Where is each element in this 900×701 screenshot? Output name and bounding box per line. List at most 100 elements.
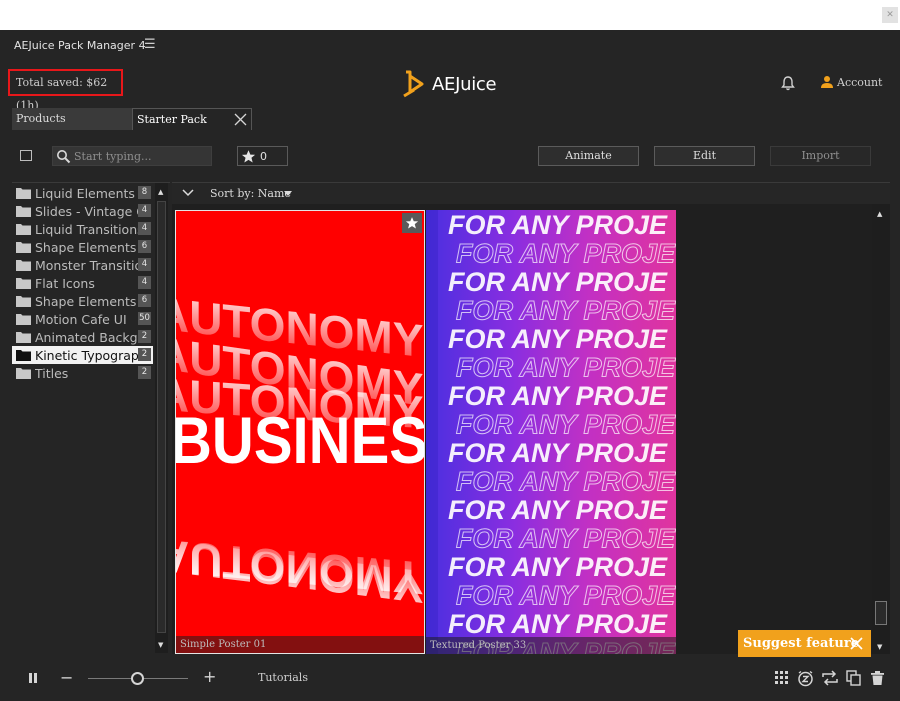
sidebar-item-count: 8 (138, 186, 151, 199)
trash-icon[interactable] (870, 670, 885, 686)
poster-line: FOR ANY PROJE (448, 324, 668, 354)
card-2-preview: FOR ANY PROJEFOR ANY PROJEFOR ANY PROJEF… (426, 210, 676, 654)
animate-button[interactable]: Animate (538, 146, 639, 166)
scroll-down-icon[interactable]: ▼ (158, 641, 163, 649)
tab-bar: Products Starter Pack (12, 108, 252, 130)
sidebar-item-count: 2 (138, 330, 151, 343)
edit-button[interactable]: Edit (654, 146, 755, 166)
category-sidebar: Liquid Elements 8 Slides - Vintage C 4 Liqui… (12, 182, 170, 654)
poster-line: FOR ANY PROJE (456, 296, 676, 326)
poster-line: FOR ANY PROJE (448, 267, 668, 297)
favorite-badge[interactable] (402, 213, 422, 233)
poster-line: FOR ANY PROJE (456, 581, 676, 611)
sidebar-item-label: Animated Backgr (35, 329, 138, 345)
poster-line: FOR ANY PROJE (456, 353, 676, 383)
poster-line: FOR ANY PROJE (456, 239, 676, 269)
sidebar-item-label: Liquid Transitions (35, 221, 138, 237)
sidebar-item[interactable]: Liquid Elements 8 (12, 184, 153, 202)
scroll-thumb[interactable] (157, 201, 166, 633)
sidebar-item-count: 4 (138, 222, 151, 235)
sidebar-item[interactable]: Motion Cafe UI 50 (12, 310, 153, 328)
close-icon[interactable] (234, 113, 247, 126)
poster-line: FOR ANY PROJE (448, 495, 668, 525)
sidebar-item[interactable]: Kinetic Typograp 2 (12, 346, 153, 364)
folder-icon (16, 188, 31, 199)
asset-card[interactable]: AUTONOMY AUTONOMY AUTONOMY AUTONOMY AUTO… (175, 210, 425, 654)
zoom-slider-thumb[interactable] (131, 672, 144, 685)
asset-card[interactable]: FOR ANY PROJE FOR ANY PROJE FOR ANY PROJE F… (426, 210, 676, 654)
footer-bar: − + Tutorials (0, 660, 900, 701)
folder-icon (16, 296, 31, 307)
sidebar-item-label: Titles (35, 365, 69, 381)
sidebar-item-count: 4 (138, 204, 151, 217)
poster-line: FOR ANY PROJE (456, 467, 676, 497)
content-scrollbar[interactable]: ▲ ▼ (872, 204, 890, 654)
sort-dropdown[interactable]: Sort by: Name (210, 187, 291, 200)
poster-line: FOR ANY PROJE (456, 524, 676, 554)
scroll-up-icon[interactable]: ▲ (877, 210, 882, 218)
loop-icon[interactable] (821, 670, 839, 686)
sidebar-item-label: Slides - Vintage C (35, 203, 138, 219)
suggest-feature-button[interactable]: Suggest feature (738, 630, 871, 657)
star-icon (405, 217, 419, 229)
sidebar-item[interactable]: Liquid Transitions 4 (12, 220, 153, 238)
logo-text: AEJuice (432, 73, 497, 95)
favorites-filter-button[interactable]: 0 (237, 146, 288, 166)
sidebar-item-label: Motion Cafe UI (35, 311, 127, 327)
sidebar-item[interactable]: Shape Elements 6 (12, 238, 153, 256)
caret-down-icon[interactable] (284, 191, 292, 197)
app-title: AEJuice Pack Manager 4 (14, 39, 146, 52)
sidebar-item[interactable]: Flat Icons 4 (12, 274, 153, 292)
sidebar-item[interactable]: Titles 2 (12, 364, 153, 382)
pause-icon[interactable] (28, 672, 38, 684)
sidebar-item[interactable]: Slides - Vintage C4 (12, 202, 153, 220)
tab-starter-pack[interactable]: Starter Pack (132, 108, 252, 130)
sidebar-item[interactable]: Shape Elements 26 (12, 292, 153, 310)
poster-line: FOR ANY PROJE (448, 438, 668, 468)
echo-text: AUTONOMY (176, 529, 424, 614)
zoom-out-icon[interactable]: − (60, 670, 73, 686)
poster-edge (426, 210, 438, 654)
scroll-down-icon[interactable]: ▼ (877, 643, 882, 651)
suggest-label: Suggest feature (743, 636, 860, 651)
sidebar-item-label: Flat Icons (35, 275, 95, 291)
scroll-thumb[interactable] (875, 601, 887, 625)
sidebar-item-label: Shape Elements (35, 239, 137, 255)
scroll-up-icon[interactable]: ▲ (158, 188, 163, 196)
menu-icon[interactable]: ☰ (144, 37, 156, 52)
zoom-in-icon[interactable]: + (203, 669, 216, 685)
folder-icon (16, 350, 31, 361)
poster-line: FOR ANY PROJE (456, 410, 676, 440)
duplicate-icon[interactable] (846, 670, 861, 686)
sidebar-scrollbar[interactable]: ▲ ▼ (155, 183, 168, 653)
total-saved-badge: Total saved: $62 (1h) (8, 69, 123, 112)
tab-label: Products (16, 112, 66, 125)
sidebar-item-label: Liquid Elements (35, 185, 135, 201)
folder-icon (16, 368, 31, 379)
close-icon[interactable] (850, 637, 863, 650)
sidebar-item-count: 50 (138, 312, 151, 325)
logo-mark-icon (403, 70, 424, 98)
tab-label: Starter Pack (137, 113, 207, 126)
asset-grid: AUTONOMY AUTONOMY AUTONOMY AUTONOMY AUTO… (172, 204, 872, 654)
sleep-timer-icon[interactable] (797, 670, 814, 687)
import-button[interactable]: Import (770, 146, 871, 166)
star-icon (241, 149, 256, 162)
card-caption: Simple Poster 01 (176, 636, 424, 653)
tab-products[interactable]: Products (12, 108, 132, 130)
search-box (52, 146, 212, 166)
sidebar-item[interactable]: Animated Backgr 2 (12, 328, 153, 346)
sidebar-item[interactable]: Monster Transitio 4 (12, 256, 153, 274)
search-input[interactable] (74, 148, 209, 164)
tutorials-link[interactable]: Tutorials (258, 671, 308, 684)
chevron-down-icon[interactable] (182, 188, 194, 198)
card-1-preview: AUTONOMY AUTONOMY AUTONOMY AUTONOMY AUTO… (176, 287, 424, 614)
mini-close-icon[interactable]: ✕ (882, 7, 898, 23)
select-all-checkbox[interactable] (20, 150, 32, 161)
grid-view-icon[interactable] (774, 670, 789, 685)
bell-icon[interactable] (780, 75, 796, 91)
sidebar-item-label: Shape Elements 2 (35, 293, 138, 309)
sidebar-item-count: 4 (138, 258, 151, 271)
folder-icon (16, 314, 31, 325)
account-button[interactable]: Account (820, 75, 882, 89)
